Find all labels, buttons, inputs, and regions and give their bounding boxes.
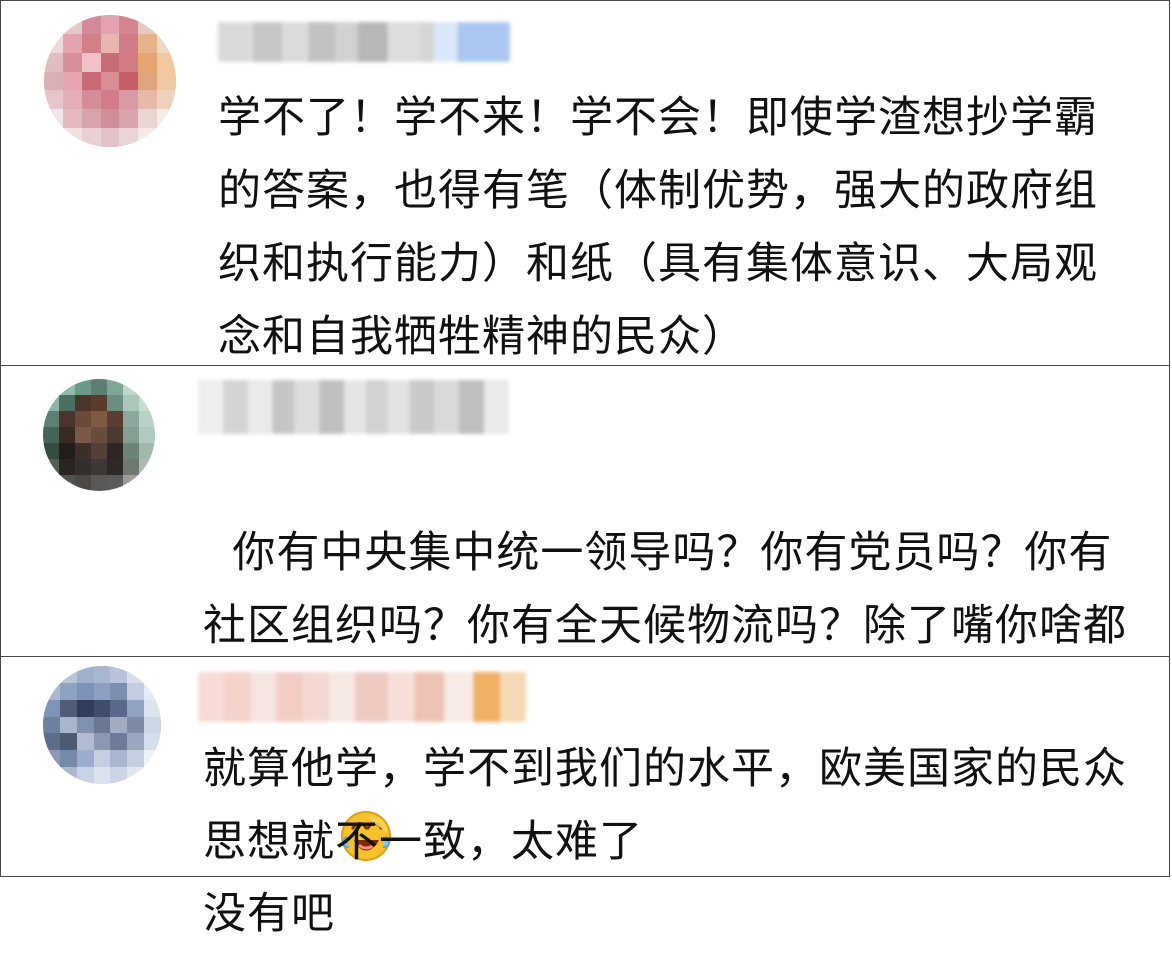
avatar[interactable] (43, 666, 161, 784)
avatar-mosaic (44, 15, 176, 147)
avatar-mosaic (43, 666, 161, 784)
username-blurred[interactable] (198, 672, 526, 722)
comment-text: 就算他学，学不到我们的水平，欧美国家的民众思想就不一致，太难了 (203, 744, 1127, 867)
avatar[interactable] (44, 15, 176, 147)
username-blurred[interactable] (198, 380, 509, 434)
avatar[interactable] (43, 379, 155, 491)
avatar-mosaic (43, 379, 155, 491)
comment-text: 学不了！学不来！学不会！即使学渣想抄学霸的答案，也得有笔（体制优势，强大的政府组… (218, 93, 1098, 362)
username-blurred[interactable] (218, 22, 510, 62)
